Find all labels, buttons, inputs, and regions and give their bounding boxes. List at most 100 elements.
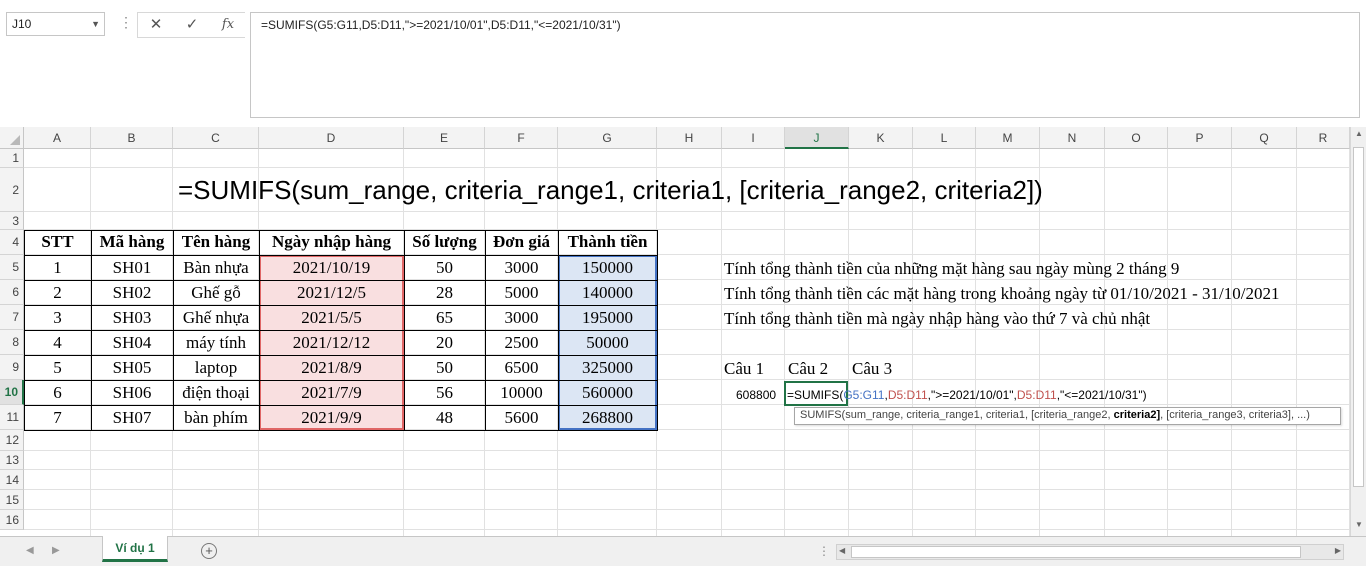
table-cell[interactable]: 28 bbox=[404, 283, 485, 303]
table-cell[interactable]: 65 bbox=[404, 308, 485, 328]
table-header-cell[interactable]: STT bbox=[24, 232, 91, 252]
table-cell[interactable]: 48 bbox=[404, 408, 485, 428]
select-all-corner[interactable] bbox=[0, 127, 24, 149]
row-header-16[interactable]: 16 bbox=[0, 510, 24, 530]
result-value[interactable]: 608800 bbox=[736, 388, 776, 402]
table-cell[interactable]: 4 bbox=[24, 333, 91, 353]
row-header-4[interactable]: 4 bbox=[0, 230, 24, 255]
table-cell[interactable]: 2021/12/12 bbox=[259, 333, 404, 353]
table-cell[interactable]: 3000 bbox=[485, 308, 558, 328]
table-cell[interactable]: SH06 bbox=[91, 383, 173, 403]
vertical-scrollbar[interactable]: ▲ ▼ bbox=[1350, 127, 1366, 536]
table-cell[interactable]: 50000 bbox=[558, 333, 657, 353]
insert-function-icon[interactable]: fx bbox=[217, 14, 239, 36]
table-cell[interactable]: điện thoại bbox=[173, 383, 259, 403]
column-header-i[interactable]: I bbox=[722, 127, 785, 149]
column-header-d[interactable]: D bbox=[259, 127, 404, 149]
row-header-6[interactable]: 6 bbox=[0, 280, 24, 305]
row-header-2[interactable]: 2 bbox=[0, 168, 24, 212]
table-cell[interactable]: 50 bbox=[404, 358, 485, 378]
table-cell[interactable]: 2021/8/9 bbox=[259, 358, 404, 378]
row-header-3[interactable]: 3 bbox=[0, 212, 24, 230]
next-sheet-icon[interactable]: ▶ bbox=[52, 545, 60, 556]
horizontal-scrollbar[interactable]: ◀ ▶ bbox=[836, 544, 1344, 560]
table-cell[interactable]: 195000 bbox=[558, 308, 657, 328]
row-header-14[interactable]: 14 bbox=[0, 470, 24, 490]
table-cell[interactable]: 2021/9/9 bbox=[259, 408, 404, 428]
table-cell[interactable]: 20 bbox=[404, 333, 485, 353]
add-sheet-icon[interactable]: + bbox=[201, 543, 217, 559]
table-cell[interactable]: SH07 bbox=[91, 408, 173, 428]
column-header-j[interactable]: J bbox=[785, 127, 849, 149]
table-cell[interactable]: 140000 bbox=[558, 283, 657, 303]
column-header-e[interactable]: E bbox=[404, 127, 485, 149]
row-header-12[interactable]: 12 bbox=[0, 430, 24, 451]
table-cell[interactable]: Ghế gỗ bbox=[173, 283, 259, 303]
row-header-7[interactable]: 7 bbox=[0, 305, 24, 330]
table-cell[interactable]: 325000 bbox=[558, 358, 657, 378]
table-cell[interactable]: 2 bbox=[24, 283, 91, 303]
column-header-h[interactable]: H bbox=[657, 127, 722, 149]
formula-input[interactable]: =SUMIFS(G5:G11,D5:D11,">=2021/10/01",D5:… bbox=[250, 12, 1360, 118]
row-header-1[interactable]: 1 bbox=[0, 149, 24, 168]
table-cell[interactable]: SH03 bbox=[91, 308, 173, 328]
scroll-up-icon[interactable]: ▲ bbox=[1353, 129, 1365, 143]
table-cell[interactable]: SH02 bbox=[91, 283, 173, 303]
table-cell[interactable]: 1 bbox=[24, 258, 91, 278]
horizontal-scroll-thumb[interactable] bbox=[851, 546, 1301, 558]
vertical-scroll-thumb[interactable] bbox=[1353, 147, 1364, 487]
table-cell[interactable]: 6500 bbox=[485, 358, 558, 378]
table-cell[interactable]: 6 bbox=[24, 383, 91, 403]
more-options-icon[interactable]: ⋮ bbox=[119, 14, 133, 31]
scroll-right-icon[interactable]: ▶ bbox=[1335, 546, 1341, 555]
table-cell[interactable]: SH04 bbox=[91, 333, 173, 353]
table-header-cell[interactable]: Tên hàng bbox=[173, 232, 259, 252]
column-header-c[interactable]: C bbox=[173, 127, 259, 149]
table-cell[interactable]: 3 bbox=[24, 308, 91, 328]
row-header-10[interactable]: 10 bbox=[0, 380, 24, 405]
row-header-11[interactable]: 11 bbox=[0, 405, 24, 430]
table-cell[interactable]: laptop bbox=[173, 358, 259, 378]
column-header-a[interactable]: A bbox=[24, 127, 91, 149]
cell-formula-editor[interactable]: =SUMIFS(G5:G11,D5:D11,">=2021/10/01",D5:… bbox=[787, 388, 1147, 402]
row-header-8[interactable]: 8 bbox=[0, 330, 24, 355]
prev-sheet-icon[interactable]: ◀ bbox=[26, 545, 34, 556]
cancel-icon[interactable]: ✕ bbox=[145, 14, 167, 36]
column-header-p[interactable]: P bbox=[1168, 127, 1232, 149]
scroll-down-icon[interactable]: ▼ bbox=[1353, 520, 1365, 534]
tab-splitter-icon[interactable]: ⋮ bbox=[818, 544, 830, 558]
table-cell[interactable]: 2500 bbox=[485, 333, 558, 353]
column-header-q[interactable]: Q bbox=[1232, 127, 1297, 149]
column-header-b[interactable]: B bbox=[91, 127, 173, 149]
column-header-l[interactable]: L bbox=[913, 127, 976, 149]
table-cell[interactable]: 56 bbox=[404, 383, 485, 403]
table-cell[interactable]: 10000 bbox=[485, 383, 558, 403]
table-header-cell[interactable]: Ngày nhập hàng bbox=[259, 232, 404, 252]
column-header-f[interactable]: F bbox=[485, 127, 558, 149]
column-header-r[interactable]: R bbox=[1297, 127, 1350, 149]
table-cell[interactable]: SH01 bbox=[91, 258, 173, 278]
table-header-cell[interactable]: Số lượng bbox=[404, 232, 485, 252]
table-header-cell[interactable]: Đơn giá bbox=[485, 232, 558, 252]
table-cell[interactable]: Bàn nhựa bbox=[173, 258, 259, 278]
row-header-9[interactable]: 9 bbox=[0, 355, 24, 380]
column-header-n[interactable]: N bbox=[1040, 127, 1105, 149]
table-cell[interactable]: 7 bbox=[24, 408, 91, 428]
table-cell[interactable]: 268800 bbox=[558, 408, 657, 428]
scroll-left-icon[interactable]: ◀ bbox=[839, 546, 845, 555]
table-cell[interactable]: 2021/7/9 bbox=[259, 383, 404, 403]
row-header-15[interactable]: 15 bbox=[0, 490, 24, 510]
table-cell[interactable]: 150000 bbox=[558, 258, 657, 278]
column-header-k[interactable]: K bbox=[849, 127, 913, 149]
column-header-m[interactable]: M bbox=[976, 127, 1040, 149]
table-header-cell[interactable]: Mã hàng bbox=[91, 232, 173, 252]
row-header-5[interactable]: 5 bbox=[0, 255, 24, 280]
table-cell[interactable]: 2021/5/5 bbox=[259, 308, 404, 328]
table-cell[interactable]: Ghế nhựa bbox=[173, 308, 259, 328]
name-box[interactable]: J10 ▼ bbox=[6, 12, 105, 36]
table-cell[interactable]: SH05 bbox=[91, 358, 173, 378]
table-cell[interactable]: 560000 bbox=[558, 383, 657, 403]
table-cell[interactable]: 3000 bbox=[485, 258, 558, 278]
table-cell[interactable]: 5600 bbox=[485, 408, 558, 428]
column-header-o[interactable]: O bbox=[1105, 127, 1168, 149]
